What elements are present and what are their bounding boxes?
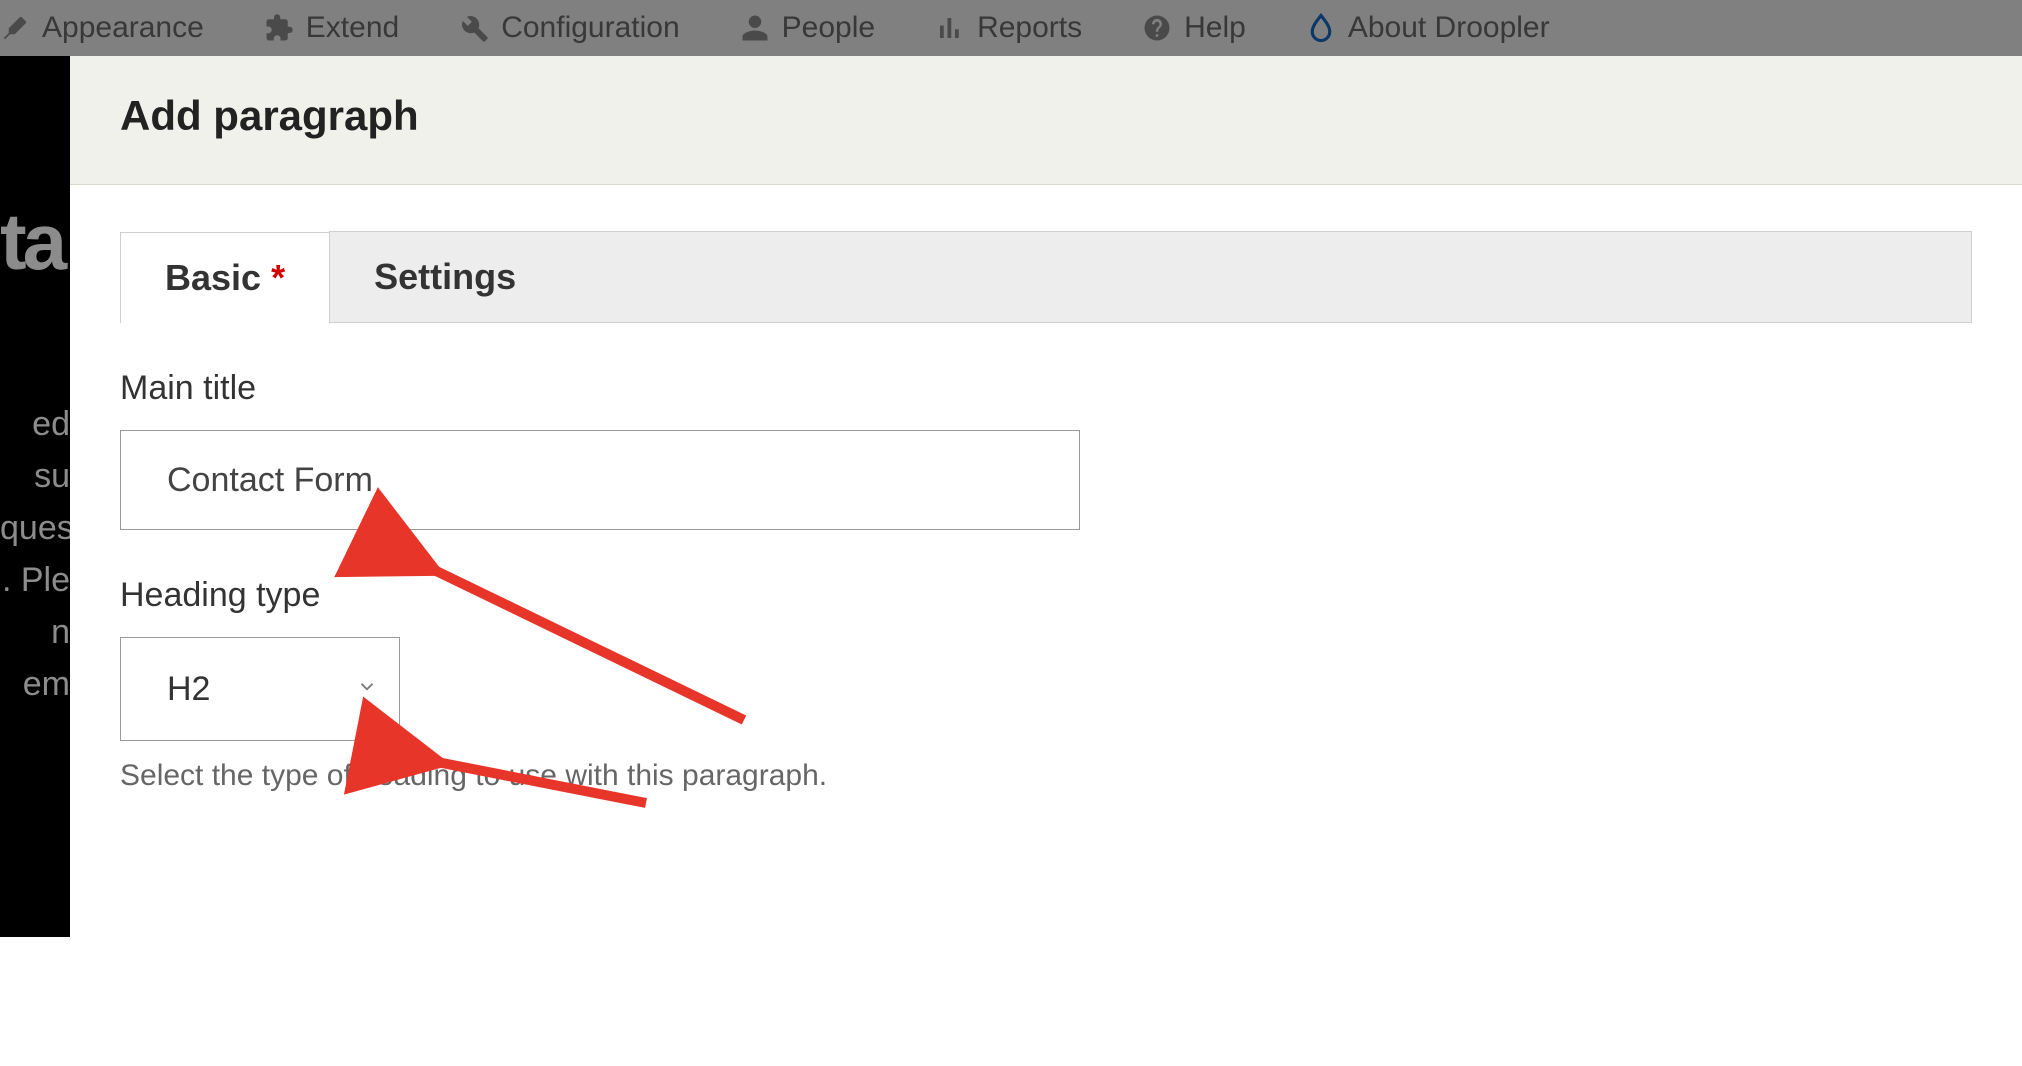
heading-type-select[interactable]: H2 [120,637,400,741]
tab-label: Basic [165,257,261,298]
main-title-input[interactable] [120,430,1080,530]
add-paragraph-modal: Add paragraph Basic * Settings Main titl… [70,56,2022,937]
main-title-label: Main title [120,369,1150,408]
tab-settings[interactable]: Settings [329,231,561,322]
tab-label: Settings [374,256,516,297]
tab-strip-fill [560,231,1972,322]
heading-type-select-wrap: H2 [120,637,400,741]
heading-type-help-text: Select the type of heading to use with t… [120,759,1150,793]
modal-header: Add paragraph [70,56,2022,185]
modal-body: Basic * Settings Main title Heading type… [70,185,2022,937]
required-marker: * [271,257,285,298]
modal-title: Add paragraph [120,92,2022,140]
basic-tab-form: Main title Heading type H2 Select the ty… [120,323,1150,793]
tab-basic[interactable]: Basic * [120,232,330,323]
tab-strip: Basic * Settings [120,231,1972,323]
heading-type-label: Heading type [120,576,1150,615]
